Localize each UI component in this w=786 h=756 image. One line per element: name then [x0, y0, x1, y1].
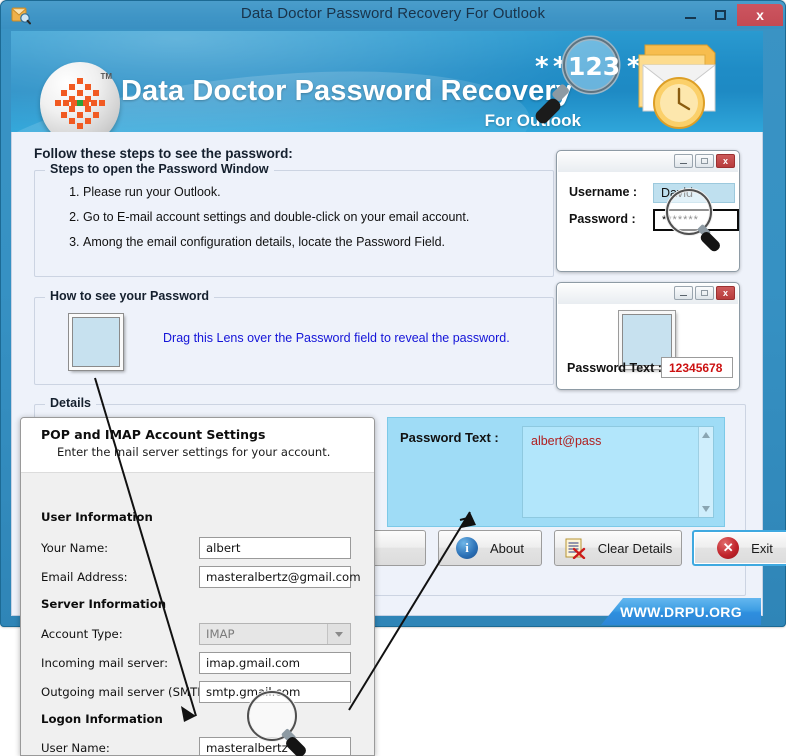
svg-text:123: 123 — [568, 52, 620, 81]
screenshot-root: Data Doctor Password Recovery For Outloo… — [0, 0, 786, 756]
minimize-button[interactable] — [674, 154, 693, 168]
email-address-field[interactable]: masteralbertz@gmail.com — [199, 566, 361, 588]
sample-login-window: x Username : David Password : ******* — [556, 150, 740, 272]
minimize-button[interactable] — [675, 2, 705, 27]
how-to-instruction: Drag this Lens over the Password field t… — [163, 331, 510, 345]
sample-result-window-controls: x — [674, 286, 735, 300]
clear-details-button[interactable]: Clear Details — [554, 530, 682, 566]
how-to-groupbox: How to see your Password Drag this Lens … — [34, 289, 554, 385]
sample-username-label: Username : — [569, 185, 638, 199]
imap-dialog-body: User Information Your Name: albert Email… — [21, 473, 374, 755]
data-doctor-logo: TM — [40, 62, 120, 132]
password-text-label: Password Text : — [400, 430, 499, 445]
draggable-lens[interactable] — [69, 314, 123, 370]
maximize-button[interactable] — [695, 286, 714, 300]
scroll-up-icon[interactable] — [702, 432, 710, 438]
imap-dialog-heading: POP and IMAP Account Settings — [41, 427, 266, 442]
user-name-field[interactable]: masteralbertz — [199, 737, 351, 755]
sample-login-titlebar[interactable]: x — [558, 152, 738, 172]
account-type-label: Account Type: — [41, 627, 123, 641]
outgoing-mail-server-label: Outgoing mail server (SMTP): — [41, 685, 213, 699]
sample-password-field[interactable]: ******* — [653, 209, 739, 231]
incoming-mail-server-field[interactable]: imap.gmail.com — [199, 652, 351, 674]
password-text-panel: Password Text : albert@pass — [387, 417, 725, 527]
pop-imap-account-settings-dialog: POP and IMAP Account Settings Enter the … — [20, 417, 375, 756]
your-name-field[interactable]: albert — [199, 537, 351, 559]
info-icon: i — [456, 537, 478, 559]
sample-result-window: x Password Text : 12345678 — [556, 282, 740, 390]
about-button-label: About — [490, 540, 524, 556]
your-name-label: Your Name: — [41, 541, 109, 555]
password-text-value: albert@pass — [531, 434, 602, 448]
follow-steps-label: Follow these steps to see the password: — [34, 146, 293, 161]
magnifier-envelope-art: * * * 123 — [527, 31, 757, 132]
imap-dialog-header: POP and IMAP Account Settings Enter the … — [21, 418, 374, 473]
incoming-mail-server-label: Incoming mail server: — [41, 656, 169, 670]
exit-button-label: Exit — [751, 540, 773, 556]
banner-title: Data Doctor Password Recovery — [121, 75, 572, 107]
steps-groupbox: Steps to open the Password Window Please… — [34, 162, 554, 277]
clear-details-button-label: Clear Details — [597, 540, 673, 556]
list-item: Among the email configuration details, l… — [83, 235, 553, 249]
sample-password-label: Password : — [569, 212, 636, 226]
password-text-output[interactable]: albert@pass — [522, 426, 714, 518]
maximize-button[interactable] — [695, 154, 714, 168]
imap-dialog-subheading: Enter the mail server settings for your … — [57, 445, 331, 459]
server-information-section-label: Server Information — [41, 597, 167, 611]
scroll-down-icon[interactable] — [702, 506, 710, 512]
drpu-ribbon-label: WWW.DRPU.ORG — [620, 603, 742, 620]
account-type-select[interactable]: IMAP — [199, 623, 351, 645]
window-title: Data Doctor Password Recovery For Outloo… — [240, 5, 546, 22]
close-button[interactable]: x — [716, 154, 735, 168]
sample-result-titlebar[interactable]: x — [558, 284, 738, 304]
banner-subtitle: For Outlook — [484, 111, 581, 130]
title-bar[interactable]: Data Doctor Password Recovery For Outloo… — [1, 1, 785, 29]
clear-document-icon — [564, 537, 586, 560]
sample-password-text-label: Password Text : — [567, 361, 662, 375]
account-type-value: IMAP — [206, 627, 235, 641]
sample-login-window-controls: x — [674, 154, 735, 168]
drpu-ribbon: WWW.DRPU.ORG — [601, 598, 761, 625]
list-item: Go to E-mail account settings and double… — [83, 210, 553, 224]
close-button[interactable]: x — [716, 286, 735, 300]
password-text-scrollbar[interactable] — [698, 427, 713, 517]
close-circle-icon: ✕ — [717, 537, 740, 559]
minimize-button[interactable] — [674, 286, 693, 300]
svg-text:*: * — [535, 52, 549, 82]
steps-list: Please run your Outlook. Go to E-mail ac… — [35, 171, 553, 249]
window-controls: x — [675, 2, 783, 28]
logon-information-section-label: Logon Information — [41, 712, 163, 726]
trademark-label: TM — [100, 72, 112, 81]
outgoing-mail-server-field[interactable]: smtp.gmail.com — [199, 681, 351, 703]
close-button[interactable]: x — [737, 4, 783, 26]
app-banner: TM Data Doctor Password Recovery For Out… — [11, 31, 763, 133]
exit-button[interactable]: ✕ Exit — [692, 530, 786, 566]
how-to-groupbox-title: How to see your Password — [45, 289, 215, 303]
user-name-label: User Name: — [41, 741, 110, 755]
steps-groupbox-title: Steps to open the Password Window — [45, 162, 274, 176]
sample-username-field[interactable]: David — [653, 183, 735, 203]
list-item: Please run your Outlook. — [83, 185, 553, 199]
details-groupbox-title: Details — [45, 396, 96, 410]
maximize-button[interactable] — [705, 2, 735, 27]
chevron-down-icon[interactable] — [327, 624, 350, 644]
about-button[interactable]: i About — [438, 530, 542, 566]
user-information-section-label: User Information — [41, 510, 153, 524]
sample-password-text-field: 12345678 — [661, 357, 733, 378]
email-address-label: Email Address: — [41, 570, 128, 584]
